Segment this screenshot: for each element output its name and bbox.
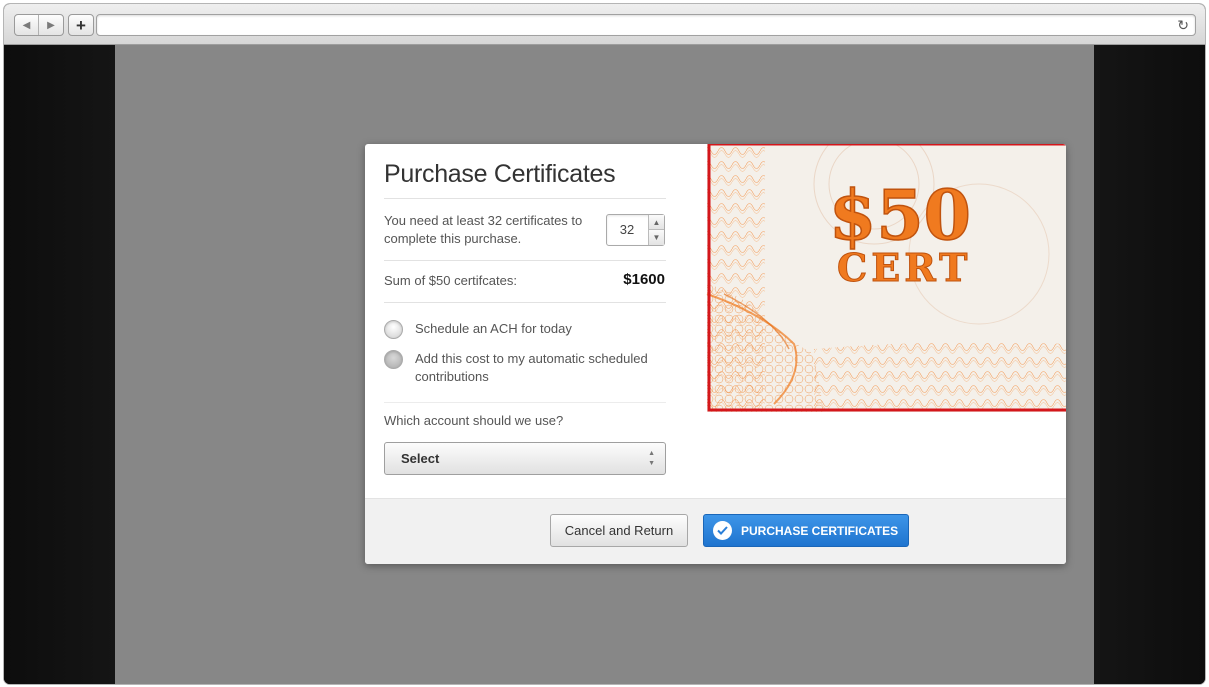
page-content: Purchase Certificates You need at least … — [4, 45, 1205, 684]
cancel-and-return-button[interactable]: Cancel and Return — [550, 514, 688, 547]
divider — [384, 260, 666, 261]
certificate-image: $50 CERT — [704, 144, 1066, 419]
left-gutter — [4, 45, 115, 684]
decrement-icon[interactable]: ▼ — [649, 230, 664, 245]
certificate-word: CERT — [837, 245, 971, 290]
reload-icon[interactable]: ↻ — [1177, 17, 1189, 34]
nav-buttons: ◀ ▶ — [14, 14, 64, 36]
certificate-illustration: $50 CERT — [706, 144, 1066, 412]
back-arrow-icon[interactable]: ◀ — [15, 15, 39, 35]
new-tab-button[interactable]: + — [68, 14, 94, 36]
divider — [384, 302, 666, 303]
account-select-value: Select — [401, 451, 440, 466]
check-icon — [713, 521, 732, 540]
purchase-certificates-modal: Purchase Certificates You need at least … — [365, 144, 1066, 564]
stepper-arrows: ▲ ▼ — [648, 215, 664, 245]
sum-value: $1600 — [623, 271, 665, 288]
quantity-stepper[interactable]: 32 ▲ ▼ — [606, 214, 665, 246]
account-select[interactable]: Select ▲ ▼ — [384, 442, 666, 475]
modal-title: Purchase Certificates — [384, 160, 616, 188]
purchase-certificates-button[interactable]: PURCHASE CERTIFICATES — [703, 514, 909, 547]
modal-backdrop: Purchase Certificates You need at least … — [115, 45, 1094, 684]
account-question: Which account should we use? — [384, 413, 564, 428]
browser-toolbar: ◀ ▶ + ↻ — [4, 4, 1205, 45]
forward-arrow-icon[interactable]: ▶ — [39, 15, 63, 35]
radio-label: Schedule an ACH for today — [415, 321, 572, 336]
right-gutter — [1094, 45, 1205, 684]
address-bar[interactable]: ↻ — [96, 14, 1196, 36]
radio-label: Add this cost to my automatic scheduled … — [415, 351, 648, 384]
select-caret-icon: ▲ ▼ — [648, 450, 655, 467]
radio-option-scheduled-contributions[interactable]: Add this cost to my automatic scheduled … — [384, 350, 666, 386]
radio-button[interactable] — [384, 350, 403, 369]
certificate-amount: $50 — [829, 176, 971, 256]
radio-button[interactable] — [384, 320, 403, 339]
browser-window: ◀ ▶ + ↻ Purchase Certificates You need a… — [4, 4, 1205, 684]
sum-label: Sum of $50 certifcates: — [384, 273, 517, 288]
radio-option-ach-today[interactable]: Schedule an ACH for today — [384, 320, 572, 339]
modal-footer: Cancel and Return PURCHASE CERTIFICATES — [365, 498, 1066, 564]
increment-icon[interactable]: ▲ — [649, 215, 664, 230]
quantity-value[interactable]: 32 — [607, 215, 647, 245]
purchase-button-label: PURCHASE CERTIFICATES — [741, 523, 899, 538]
divider — [384, 402, 666, 403]
requirement-text: You need at least 32 certificates to com… — [384, 213, 583, 246]
divider — [384, 198, 666, 199]
